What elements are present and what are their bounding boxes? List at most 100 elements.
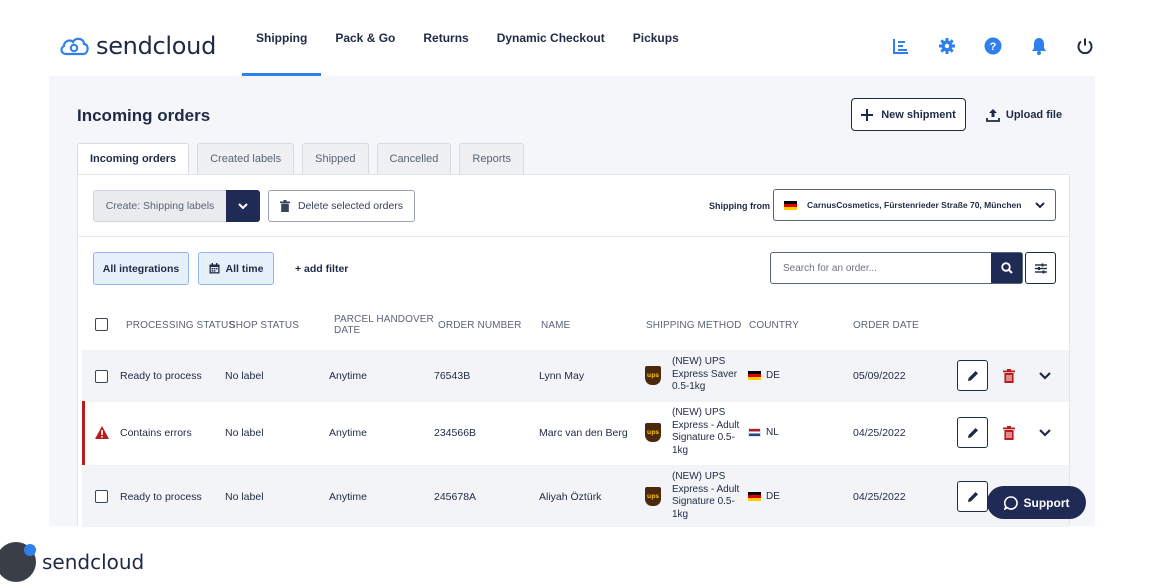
netherlands-flag-icon: [748, 428, 761, 437]
ups-logo-icon: ups: [645, 487, 661, 506]
chevron-down-icon: [1035, 201, 1046, 208]
order-number[interactable]: 234566B: [434, 427, 476, 439]
edit-order-button[interactable]: [957, 417, 988, 448]
order-date: 04/25/2022: [853, 491, 906, 503]
new-shipment-button[interactable]: New shipment: [851, 98, 966, 131]
filter-all-integrations[interactable]: All integrations: [93, 252, 189, 285]
help-icon[interactable]: ?: [970, 32, 1016, 60]
shipping-from-select[interactable]: CarnusCosmetics, Fürstenrieder Straße 70…: [773, 189, 1056, 221]
new-shipment-label: New shipment: [881, 108, 956, 121]
handover-date: Anytime: [329, 370, 367, 382]
bell-icon[interactable]: [1016, 32, 1062, 60]
handover-date: Anytime: [329, 427, 367, 439]
chevron-down-icon: [1039, 429, 1051, 437]
handover-date: Anytime: [329, 491, 367, 503]
order-number[interactable]: 245678A: [434, 491, 476, 503]
footer-brand: sendcloud: [0, 540, 144, 584]
delete-selected-label: Delete selected orders: [297, 200, 404, 212]
customer-name: Marc van den Berg: [539, 427, 628, 439]
trash-icon: [1003, 426, 1015, 440]
avatar: [0, 542, 36, 582]
sliders-icon: [1034, 263, 1047, 273]
filter-all-time[interactable]: All time: [198, 252, 274, 285]
delete-order-button[interactable]: [1000, 367, 1018, 385]
filter-bar: All integrations All time + add filter: [78, 237, 1069, 299]
shipping-from-value: CarnusCosmetics, Fürstenrieder Straße 70…: [807, 200, 1022, 210]
header-shop-status[interactable]: SHOP STATUS: [229, 321, 299, 331]
nav-shipping[interactable]: Shipping: [242, 0, 322, 76]
header-name[interactable]: NAME: [541, 321, 570, 331]
nav-returns[interactable]: Returns: [409, 0, 482, 76]
row-checkbox[interactable]: [95, 490, 108, 503]
customer-name: Lynn May: [539, 370, 585, 382]
support-label: Support: [1023, 495, 1070, 510]
support-button[interactable]: Support: [987, 486, 1086, 519]
chevron-down-icon: [238, 202, 248, 209]
order-search: [770, 252, 1023, 284]
header-order-date[interactable]: ORDER DATE: [853, 321, 919, 331]
analytics-icon[interactable]: [878, 32, 924, 60]
header-processing-status[interactable]: PROCESSING STATUS: [126, 321, 235, 331]
create-dropdown-toggle[interactable]: [226, 190, 260, 222]
sendcloud-logo[interactable]: sendcloud: [58, 32, 216, 60]
header-country[interactable]: COUNTRY: [749, 321, 799, 331]
main-nav: Shipping Pack & Go Returns Dynamic Check…: [242, 0, 693, 76]
tab-shipped[interactable]: Shipped: [302, 143, 369, 174]
search-icon: [1000, 262, 1013, 274]
delete-order-button[interactable]: [1000, 424, 1018, 442]
expand-row-button[interactable]: [1036, 424, 1054, 442]
orders-card: Create: Shipping labels Delete selected …: [77, 174, 1070, 527]
edit-order-button[interactable]: [957, 481, 988, 512]
top-navigation-bar: sendcloud Shipping Pack & Go Returns Dyn…: [0, 0, 1156, 76]
search-button[interactable]: [991, 253, 1022, 283]
upload-file-label: Upload file: [1005, 108, 1063, 121]
row-checkbox[interactable]: [95, 370, 108, 383]
country: NL: [748, 427, 779, 438]
trash-icon: [1003, 369, 1015, 383]
nav-pickups[interactable]: Pickups: [619, 0, 693, 76]
column-settings-button[interactable]: [1025, 252, 1056, 284]
select-all-checkbox[interactable]: [95, 318, 108, 331]
top-icons: ?: [878, 32, 1108, 60]
action-bar: Create: Shipping labels Delete selected …: [78, 175, 1069, 237]
country-code: DE: [766, 491, 780, 502]
create-shipping-labels-button[interactable]: Create: Shipping labels: [93, 190, 260, 222]
expand-row-button[interactable]: [1036, 367, 1054, 385]
table-row[interactable]: Ready to process No label Anytime 76543B…: [82, 350, 1069, 402]
logo-text: sendcloud: [96, 32, 217, 60]
edit-order-button[interactable]: [957, 360, 988, 391]
processing-status: Contains errors: [120, 427, 192, 439]
plus-icon: [861, 108, 874, 121]
tab-cancelled[interactable]: Cancelled: [376, 143, 452, 174]
shop-status: No label: [225, 491, 264, 503]
tab-reports[interactable]: Reports: [459, 143, 524, 174]
header-handover-line1[interactable]: PARCEL HANDOVER: [334, 315, 434, 325]
header-order-number[interactable]: ORDER NUMBER: [438, 321, 521, 331]
search-input[interactable]: [771, 253, 991, 283]
filter-all-integrations-label: All integrations: [102, 262, 180, 275]
header-shipping-method[interactable]: SHIPPING METHOD: [646, 321, 741, 331]
add-filter-link[interactable]: + add filter: [295, 263, 348, 275]
pencil-icon: [967, 427, 978, 438]
calendar-icon: [209, 263, 220, 274]
gear-icon[interactable]: [924, 32, 970, 60]
delete-selected-orders-button[interactable]: Delete selected orders: [268, 190, 415, 222]
trash-icon: [279, 200, 290, 212]
shop-status: No label: [225, 427, 264, 439]
power-icon[interactable]: [1062, 32, 1108, 60]
chevron-down-icon: [1039, 372, 1051, 380]
create-shipping-labels-label[interactable]: Create: Shipping labels: [93, 190, 226, 222]
upload-file-button[interactable]: Upload file: [984, 98, 1064, 131]
tab-incoming-orders[interactable]: Incoming orders: [77, 143, 190, 174]
processing-status: Ready to process: [120, 491, 202, 503]
nav-dynamic-checkout[interactable]: Dynamic Checkout: [483, 0, 619, 76]
table-row[interactable]: Ready to process No label Anytime 245678…: [82, 465, 1069, 527]
cloud-logo-icon: [60, 37, 89, 56]
shipping-from-label: Shipping from: [709, 201, 770, 211]
header-handover-line2[interactable]: DATE: [334, 326, 360, 336]
table-row[interactable]: Contains errors No label Anytime 234566B…: [82, 401, 1069, 465]
order-number[interactable]: 76543B: [434, 370, 470, 382]
processing-status: Ready to process: [120, 370, 202, 382]
tab-created-labels[interactable]: Created labels: [197, 143, 295, 174]
nav-pack-and-go[interactable]: Pack & Go: [321, 0, 409, 76]
